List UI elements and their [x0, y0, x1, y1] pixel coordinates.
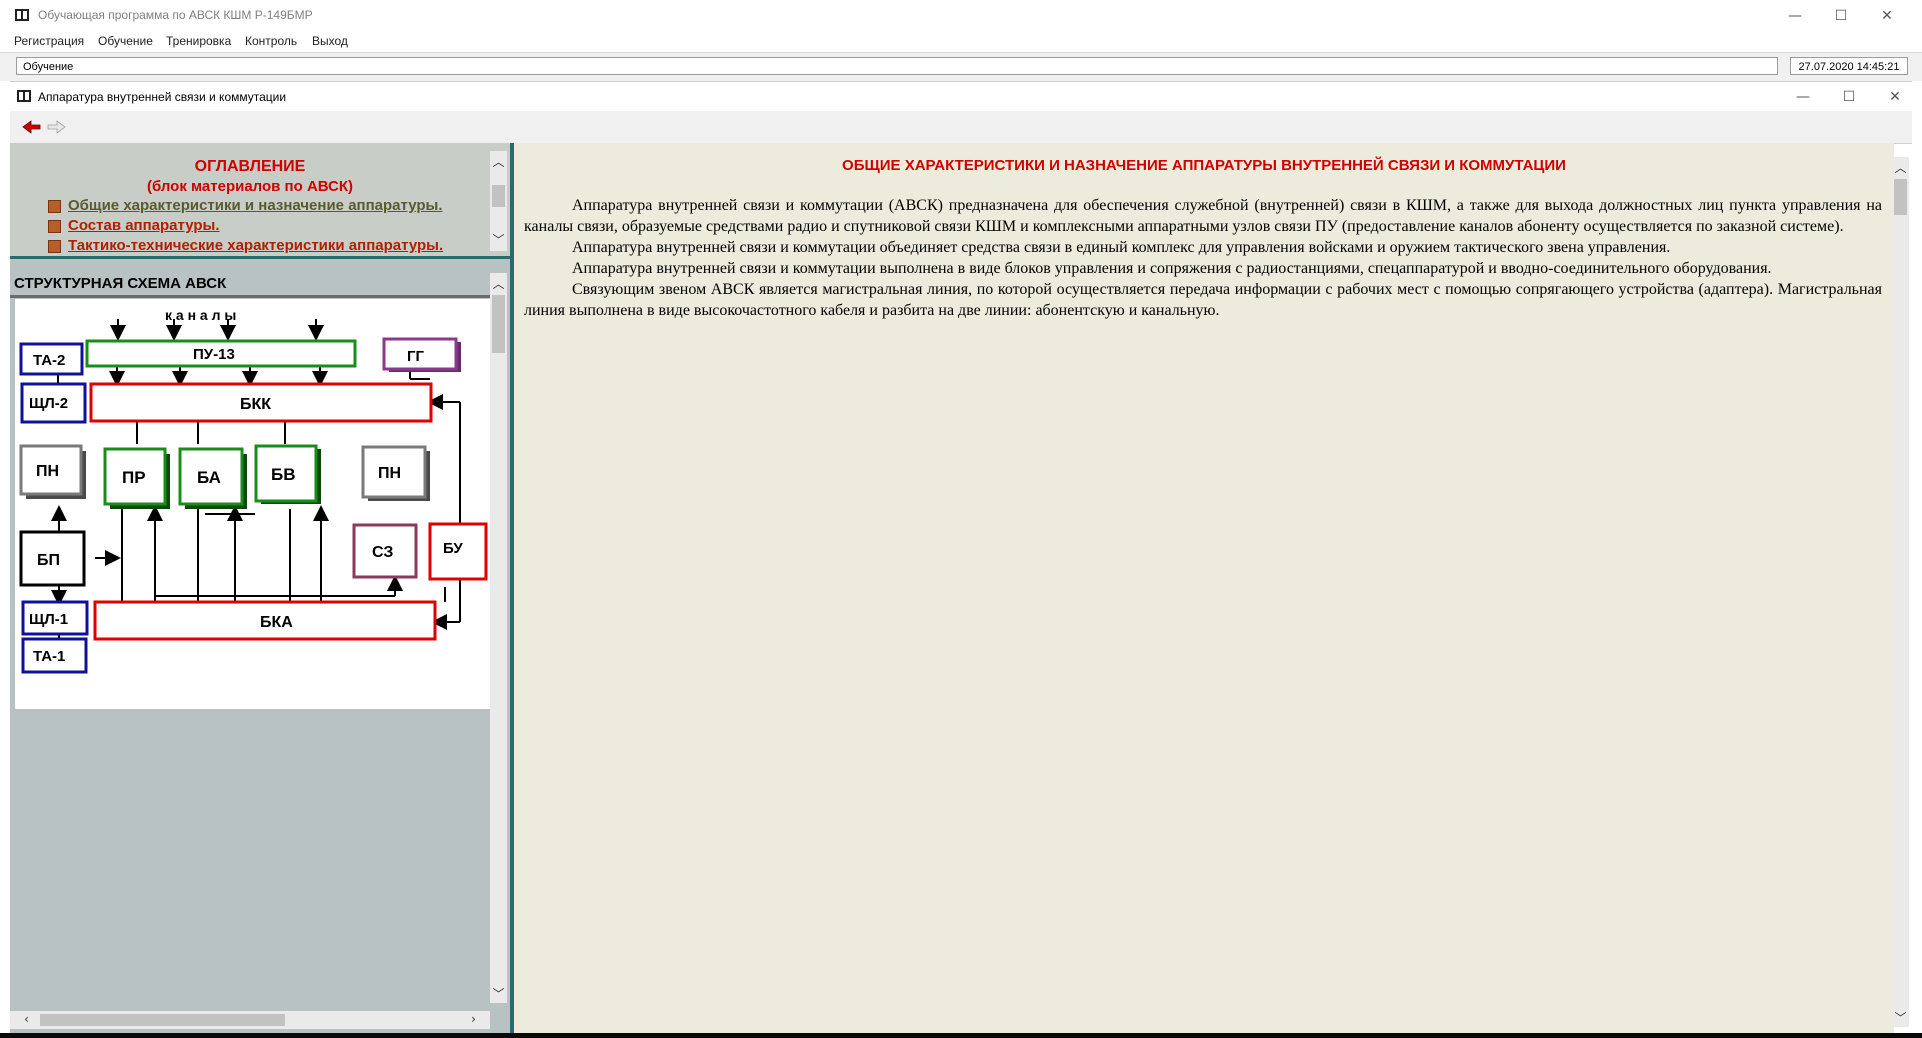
menu-training[interactable]: Обучение: [98, 34, 153, 48]
toc-vertical-scrollbar[interactable]: ︿ ﹀: [490, 151, 507, 251]
scheme-horizontal-scrollbar[interactable]: ‹ ›: [10, 1011, 490, 1029]
menu-exit[interactable]: Выход: [312, 34, 348, 48]
scheme-scroll-thumb[interactable]: [492, 295, 505, 353]
toc-subheading: (блок материалов по АВСК): [146, 178, 354, 195]
block-bv: БВ: [271, 465, 296, 484]
content-heading: ОБЩИЕ ХАРАКТЕРИСТИКИ И НАЗНАЧЕНИЕ АППАРА…: [842, 157, 1566, 174]
outer-titlebar: Обучающая программа по АВСК КШМ Р-149БМР…: [0, 0, 1922, 32]
outer-close-button[interactable]: ✕: [1864, 0, 1910, 32]
scroll-up-icon[interactable]: ︿: [490, 275, 507, 292]
structural-diagram-svg: к а н а л ы ПУ-13 БКК БКА ТА-2 ЩЛ-2 ГГ П…: [19, 307, 488, 674]
block-bp: БП: [37, 552, 60, 569]
block-bka: БКА: [260, 614, 293, 631]
block-gg: ГГ: [407, 348, 425, 365]
block-sz: СЗ: [372, 544, 393, 561]
toc-link-general[interactable]: Общие характеристики и назначение аппара…: [68, 197, 443, 214]
menu-registration[interactable]: Регистрация: [14, 34, 84, 48]
content-paragraph: Связующим звеном АВСК является магистрал…: [524, 281, 1882, 319]
scroll-left-icon[interactable]: ‹: [18, 1012, 35, 1026]
block-bkk: БКК: [240, 396, 271, 413]
content-paragraph: Аппаратура внутренней связи и коммутации…: [572, 239, 1671, 256]
toc-link-composition[interactable]: Состав аппаратуры.: [68, 217, 220, 234]
forward-arrow-icon[interactable]: [46, 120, 66, 134]
block-pn-left: ПН: [36, 463, 59, 480]
app-book-icon: [15, 9, 29, 21]
toc-bullet-icon: [48, 220, 61, 233]
window-book-icon: [17, 90, 31, 102]
scheme-separator: [10, 295, 490, 298]
scheme-vertical-scrollbar[interactable]: ︿ ﹀: [490, 273, 507, 1003]
content-vertical-scrollbar[interactable]: ︿ ﹀: [1892, 157, 1909, 1027]
block-ta2: ТА-2: [33, 352, 65, 369]
datetime-status: 27.07.2020 14:45:21: [1790, 57, 1908, 75]
mode-status: Обучение: [16, 57, 1778, 75]
menu-practice[interactable]: Тренировка: [166, 34, 231, 48]
status-row: Обучение 27.07.2020 14:45:21: [0, 52, 1922, 81]
scroll-down-icon[interactable]: ﹀: [1892, 1009, 1909, 1026]
content-paragraph: Аппаратура внутренней связи и коммутации…: [572, 260, 1772, 277]
block-shchl2: ЩЛ-2: [29, 395, 68, 412]
block-shchl1: ЩЛ-1: [29, 611, 68, 628]
scroll-up-icon[interactable]: ︿: [1892, 159, 1909, 176]
back-arrow-icon[interactable]: [22, 120, 42, 134]
block-bu: БУ: [443, 540, 463, 557]
toc-frame: ОГЛАВЛЕНИЕ (блок материалов по АВСК) Общ…: [10, 143, 510, 259]
menu-bar: Регистрация Обучение Тренировка Контроль…: [0, 32, 1922, 52]
scroll-down-icon[interactable]: ﹀: [490, 985, 507, 1002]
scroll-down-icon[interactable]: ﹀: [490, 231, 507, 248]
block-ba: БА: [197, 468, 221, 487]
bottom-edge: [0, 1033, 1922, 1038]
inner-close-button[interactable]: ✕: [1872, 82, 1918, 112]
toc-bullet-icon: [48, 240, 61, 253]
toc-bullet-icon: [48, 200, 61, 213]
block-pn-right: ПН: [378, 465, 401, 482]
inner-window-title: Аппаратура внутренней связи и коммутации: [38, 90, 287, 104]
block-pu13: ПУ-13: [193, 346, 235, 363]
channels-label: к а н а л ы: [165, 307, 236, 323]
scheme-frame: СТРУКТУРНАЯ СХЕМА АВСК к а н а л ы ПУ-13…: [10, 259, 510, 1033]
inner-maximize-button[interactable]: ☐: [1826, 82, 1872, 112]
block-pr: ПР: [122, 468, 146, 487]
outer-maximize-button[interactable]: ☐: [1818, 0, 1864, 32]
block-ta1: ТА-1: [33, 648, 65, 665]
content-frame: ОБЩИЕ ХАРАКТЕРИСТИКИ И НАЗНАЧЕНИЕ АППАРА…: [514, 143, 1909, 1033]
toc-link-specs[interactable]: Тактико-технические характеристики аппар…: [68, 237, 443, 254]
scheme-hscroll-thumb[interactable]: [40, 1014, 285, 1026]
toc-heading: ОГЛАВЛЕНИЕ: [194, 158, 306, 175]
toc-scroll-thumb[interactable]: [492, 185, 505, 207]
outer-window-title: Обучающая программа по АВСК КШМ Р-149БМР: [38, 8, 313, 22]
content-body: Аппаратура внутренней связи и коммутации…: [524, 195, 1882, 321]
inner-titlebar: Аппаратура внутренней связи и коммутации…: [10, 81, 1912, 112]
menu-control[interactable]: Контроль: [245, 34, 297, 48]
content-paragraph: Аппаратура внутренней связи и коммутации…: [524, 197, 1882, 235]
structural-diagram: к а н а л ы ПУ-13 БКК БКА ТА-2 ЩЛ-2 ГГ П…: [15, 299, 497, 709]
scheme-title: СТРУКТУРНАЯ СХЕМА АВСК: [14, 275, 227, 292]
outer-minimize-button[interactable]: —: [1772, 0, 1818, 32]
scroll-right-icon[interactable]: ›: [465, 1012, 482, 1026]
navigation-toolbar: [10, 111, 1912, 144]
content-scroll-thumb[interactable]: [1894, 179, 1907, 215]
scroll-up-icon[interactable]: ︿: [490, 153, 507, 170]
inner-minimize-button[interactable]: —: [1780, 82, 1826, 112]
